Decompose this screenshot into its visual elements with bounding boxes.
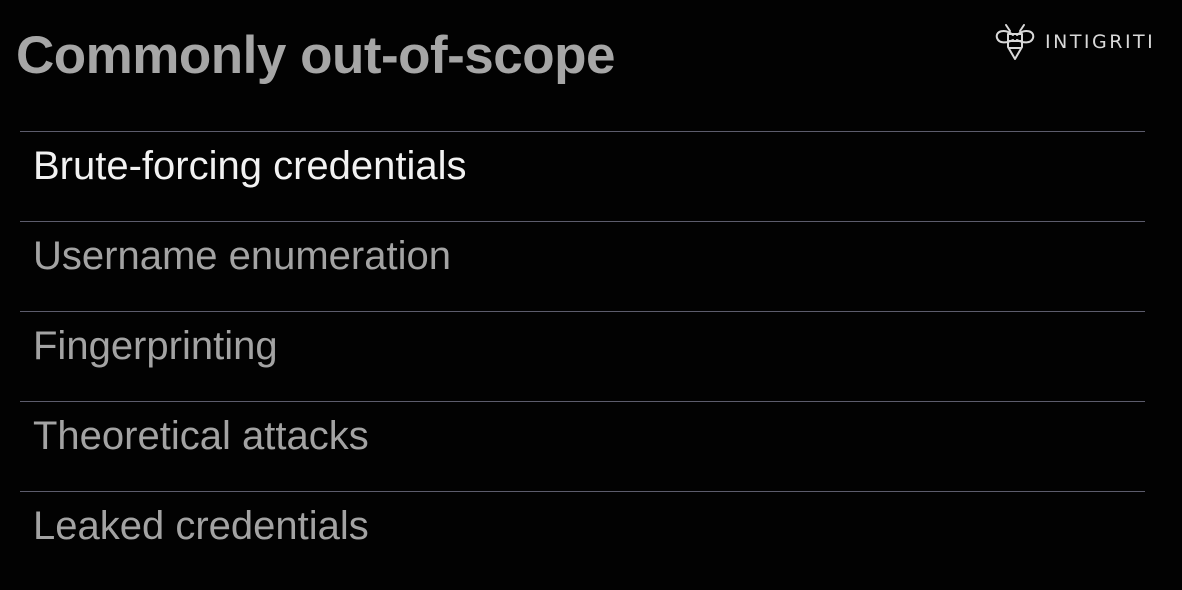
list-item: Brute-forcing credentials	[20, 132, 1145, 222]
list-item-label: Brute-forcing credentials	[33, 144, 467, 188]
out-of-scope-list: Brute-forcing credentials Username enume…	[20, 131, 1145, 581]
list-item: Username enumeration	[20, 222, 1145, 312]
list-item: Leaked credentials	[20, 492, 1145, 581]
list-item-label: Username enumeration	[33, 234, 451, 278]
bee-logo-icon	[993, 22, 1037, 62]
list-item-label: Leaked credentials	[33, 504, 369, 548]
presentation-slide: Commonly out-of-scope INTIGRITI Brute-fo…	[0, 0, 1182, 590]
slide-title: Commonly out-of-scope	[16, 26, 615, 85]
list-item-label: Theoretical attacks	[33, 414, 369, 458]
logo-wordmark: INTIGRITI	[1045, 31, 1156, 53]
list-item-label: Fingerprinting	[33, 324, 278, 368]
intigriti-logo: INTIGRITI	[993, 22, 1155, 62]
list-item: Fingerprinting	[20, 312, 1145, 402]
list-item: Theoretical attacks	[20, 402, 1145, 492]
